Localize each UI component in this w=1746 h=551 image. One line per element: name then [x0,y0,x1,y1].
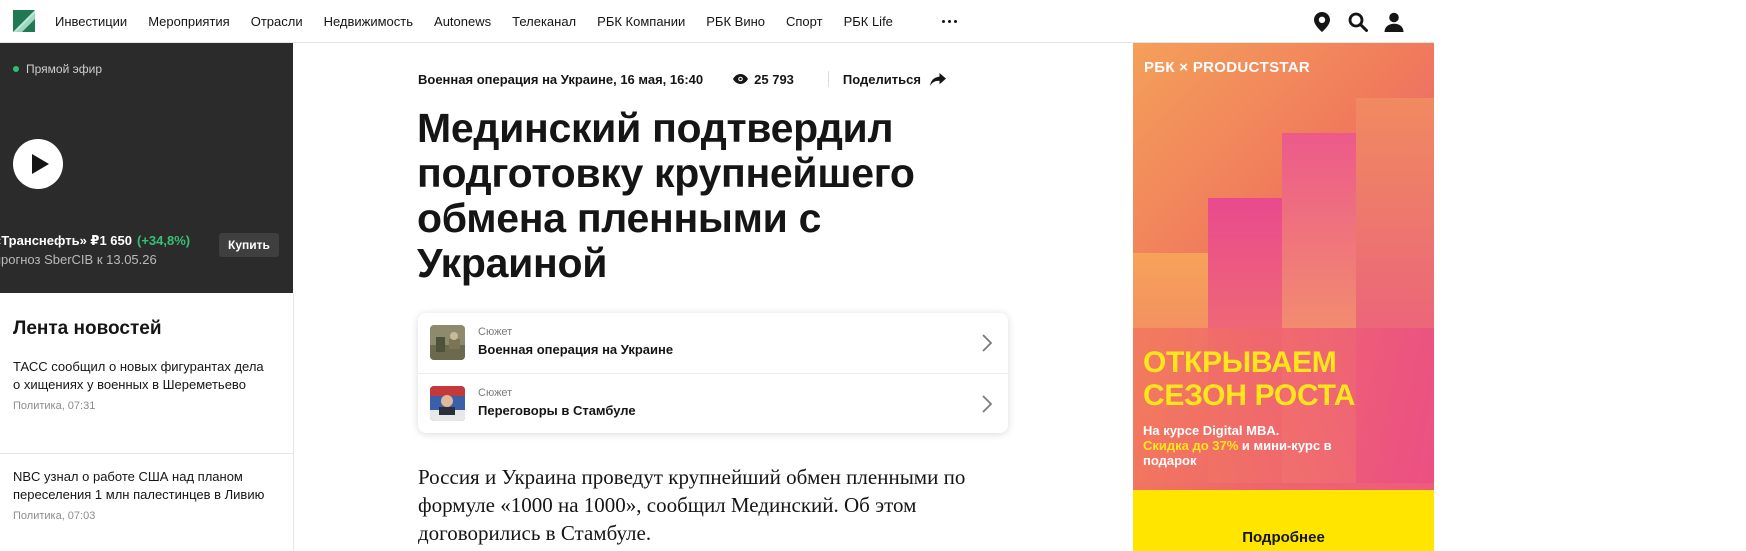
ad-text: На курсе Digital MBA. Скидка до 37% и ми… [1143,423,1383,468]
live-label[interactable]: Прямой эфир [13,62,102,76]
story-thumbnail [430,325,465,360]
location-icon[interactable] [1310,10,1334,34]
story-thumbnail [430,386,465,421]
article-views: 25 793 [733,72,794,87]
nav-item-wine[interactable]: РБК Вино [706,14,765,29]
story-label: Сюжет [478,326,513,338]
nav-item-life[interactable]: РБК Life [844,14,893,29]
nav-item-realty[interactable]: Недвижимость [324,14,413,29]
live-label-text: Прямой эфир [26,62,102,76]
nav-item-companies[interactable]: РБК Компании [597,14,685,29]
main-menu: Инвестиции Мероприятия Отрасли Недвижимо… [55,0,914,43]
feed-item-title: NBC узнал о работе США над планом пересе… [13,469,265,502]
share-arrow-icon [929,72,946,86]
story-name: Военная операция на Украине [478,342,674,357]
ad-text-line: На курсе Digital MBA. [1143,423,1280,438]
views-count: 25 793 [754,71,794,87]
advertisement-banner[interactable]: РБК × PRODUCTSTAR ОТКРЫВАЕМ СЕЗОН РОСТА … [1133,43,1434,551]
story-item-military-operation[interactable]: Сюжет Военная операция на Украине [418,313,1008,373]
live-broadcast-widget: Прямой эфир «Транснефть» ₽1 650 (+34,8%) … [0,43,293,293]
meta-divider [827,71,829,87]
list-item[interactable]: ТАСС сообщил о новых фигурантах дела о х… [13,358,273,412]
article-rubric[interactable]: Военная операция на Украине, 16 мая, 16:… [418,72,703,87]
more-menu-icon[interactable] [941,14,959,28]
chevron-right-icon [982,395,992,413]
ad-discount: Скидка до 37% [1143,438,1239,453]
article-lead: Россия и Украина проведут крупнейший обм… [418,465,966,545]
article-meta: Военная операция на Украине, 16 мая, 16:… [418,70,946,88]
top-icons [1310,10,1418,34]
feed-item-meta: Политика, 07:31 [13,400,96,412]
article-headline: Мединский подтвердил подготовку крупнейш… [417,105,915,286]
story-item-istanbul-talks[interactable]: Сюжет Переговоры в Стамбуле [418,373,1008,433]
share-label: Поделиться [842,71,921,87]
feed-divider [0,453,293,454]
nav-item-investments[interactable]: Инвестиции [55,14,127,29]
feed-item-title: ТАСС сообщил о новых фигурантах дела о х… [13,359,264,392]
buy-button[interactable]: Купить [219,233,279,257]
eye-icon [733,74,749,84]
nav-item-sport[interactable]: Спорт [786,14,823,29]
ad-logo: РБК × PRODUCTSTAR [1144,59,1311,76]
ad-more-button[interactable]: Подробнее [1133,529,1434,546]
feed-item-meta: Политика, 07:03 [13,510,96,522]
user-icon[interactable] [1382,10,1406,34]
news-feed-title: Лента новостей [13,318,162,339]
story-label: Сюжет [478,387,513,399]
list-item[interactable]: NBC узнал о работе США над планом пересе… [13,468,273,522]
chevron-right-icon [982,334,992,352]
top-navigation: Инвестиции Мероприятия Отрасли Недвижимо… [0,0,1434,43]
ticker-change: (+34,8%) [137,233,191,248]
nav-item-industries[interactable]: Отрасли [251,14,303,29]
play-icon [32,154,49,174]
column-divider [293,293,294,551]
play-button[interactable] [13,139,63,189]
nav-item-tv[interactable]: Телеканал [512,14,576,29]
live-dot-icon [13,66,19,72]
stock-ticker: «Транснефть» ₽1 650 (+34,8%) [0,233,190,249]
nav-item-autonews[interactable]: Autonews [434,14,491,29]
search-icon[interactable] [1346,10,1370,34]
ticker-forecast: прогноз SberCIB к 13.05.26 [0,252,157,267]
story-card: Сюжет Военная операция на Украине Сюжет … [418,313,1008,433]
share-button[interactable]: Поделиться [843,72,946,87]
ticker-name: «Транснефть» ₽1 650 [0,233,132,248]
ad-headline: ОТКРЫВАЕМ СЕЗОН РОСТА [1143,346,1356,412]
rbc-logo-icon[interactable] [13,10,35,32]
story-name: Переговоры в Стамбуле [478,403,636,418]
nav-item-events[interactable]: Мероприятия [148,14,230,29]
